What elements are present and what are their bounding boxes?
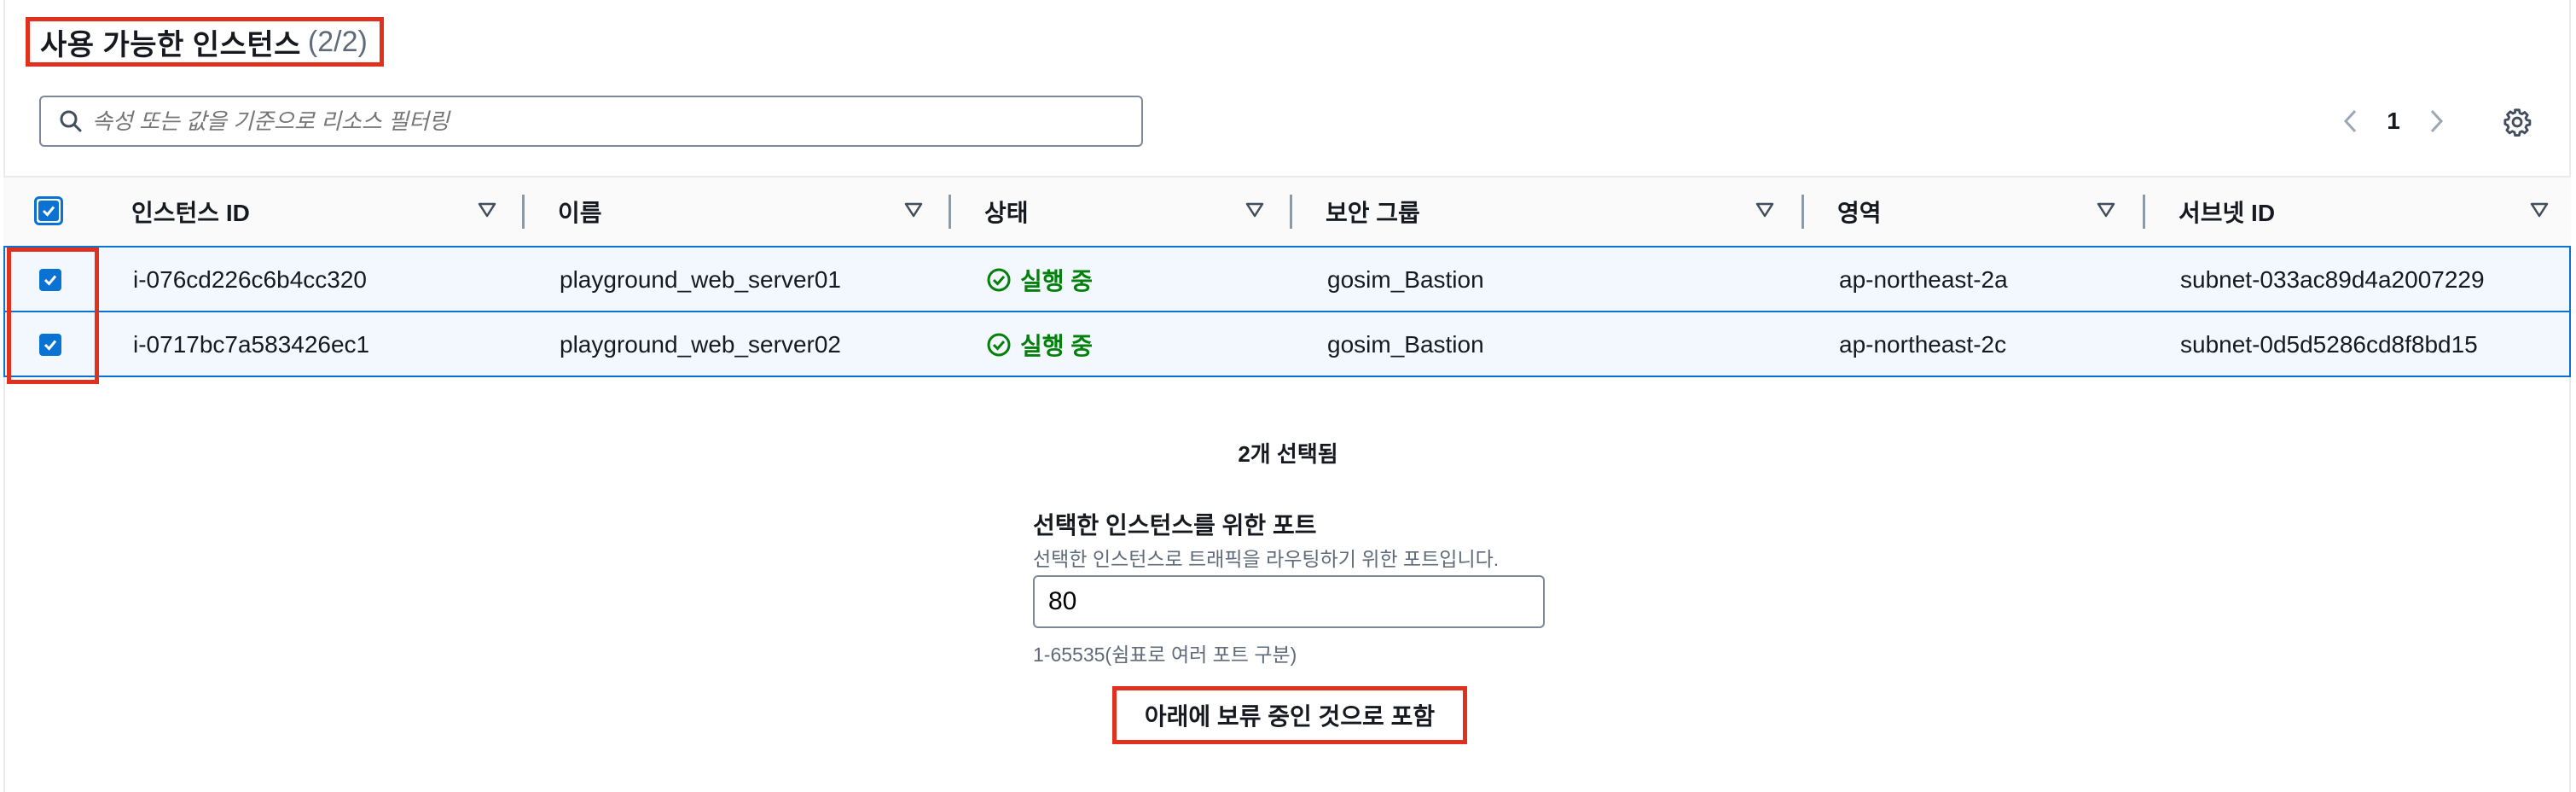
port-field-hint: 1-65535(쉼표로 여러 포트 구분) (1033, 644, 1297, 666)
success-check-icon (987, 268, 1011, 292)
preferences-button[interactable] (2498, 102, 2537, 142)
gear-icon (2503, 108, 2532, 137)
select-all-checkbox[interactable] (34, 196, 63, 225)
search-box[interactable] (39, 96, 1143, 147)
cell-zone: ap-northeast-2a (1839, 266, 2008, 293)
page-title: 사용 가능한 인스턴스 (40, 28, 301, 61)
column-header-name[interactable]: 이름 (558, 178, 602, 246)
chevron-left-icon (2343, 109, 2357, 133)
table-row[interactable]: i-0717bc7a583426ec1 playground_web_serve… (3, 311, 2571, 377)
sort-icon (2097, 202, 2115, 218)
cell-status: 실행 중 (986, 312, 1093, 377)
column-divider[interactable] (522, 195, 525, 229)
selected-count-label: 2개 선택됨 (1238, 441, 1338, 467)
cell-status: 실행 중 (986, 248, 1093, 312)
cell-security-group: gosim_Bastion (1327, 266, 1484, 293)
instances-table: 인스턴스 ID 이름 상태 보안 그룹 영역 서브넷 ID i-076cd226… (3, 176, 2571, 377)
include-as-pending-button[interactable]: 아래에 보류 중인 것으로 포함 (1112, 686, 1467, 744)
cell-zone: ap-northeast-2c (1839, 331, 2007, 358)
checkmark-icon (42, 206, 55, 217)
success-check-icon (987, 333, 1011, 357)
page-title-box: 사용 가능한 인스턴스 (2/2) (26, 17, 384, 67)
column-header-instance-id[interactable]: 인스턴스 ID (131, 178, 250, 246)
table-header: 인스턴스 ID 이름 상태 보안 그룹 영역 서브넷 ID (3, 176, 2571, 248)
port-field-label: 선택한 인스턴스를 위한 포트 (1033, 512, 1317, 539)
sort-icon (2530, 202, 2549, 218)
column-divider[interactable] (2143, 195, 2145, 229)
column-header-subnet-id[interactable]: 서브넷 ID (2179, 178, 2275, 246)
column-divider[interactable] (949, 195, 951, 229)
chevron-right-icon (2430, 109, 2444, 133)
column-header-status[interactable]: 상태 (984, 178, 1029, 246)
column-divider[interactable] (1801, 195, 1804, 229)
instance-count: (2/2) (307, 25, 368, 58)
search-input[interactable] (90, 107, 1141, 136)
sort-icon (1245, 202, 1264, 218)
cell-subnet-id: subnet-033ac89d4a2007229 (2180, 266, 2485, 293)
next-page-button[interactable] (2419, 101, 2453, 142)
port-input[interactable] (1033, 575, 1545, 628)
status-label: 실행 중 (1020, 268, 1094, 294)
column-divider[interactable] (1290, 195, 1292, 229)
sort-icon (1755, 202, 1774, 218)
search-icon (51, 109, 90, 133)
sort-icon (478, 202, 496, 218)
sort-icon (904, 202, 923, 218)
column-header-zone[interactable]: 영역 (1837, 178, 1882, 246)
previous-page-button[interactable] (2334, 101, 2368, 142)
cell-name: playground_web_server01 (560, 266, 841, 293)
cell-security-group: gosim_Bastion (1327, 331, 1484, 358)
status-label: 실행 중 (1020, 333, 1094, 359)
column-header-security-group[interactable]: 보안 그룹 (1326, 178, 1420, 246)
table-row[interactable]: i-076cd226c6b4cc320 playground_web_serve… (3, 246, 2571, 312)
port-field-description: 선택한 인스턴스로 트래픽을 라우팅하기 위한 포트입니다. (1033, 548, 1500, 570)
cell-instance-id: i-076cd226c6b4cc320 (133, 266, 367, 293)
current-page-number[interactable]: 1 (2368, 108, 2419, 135)
cell-subnet-id: subnet-0d5d5286cd8f8bd15 (2180, 331, 2478, 358)
cell-instance-id: i-0717bc7a583426ec1 (133, 331, 370, 358)
checkbox-highlight-annotation (7, 248, 99, 384)
pagination: 1 (2334, 101, 2453, 142)
cell-name: playground_web_server02 (560, 331, 841, 358)
